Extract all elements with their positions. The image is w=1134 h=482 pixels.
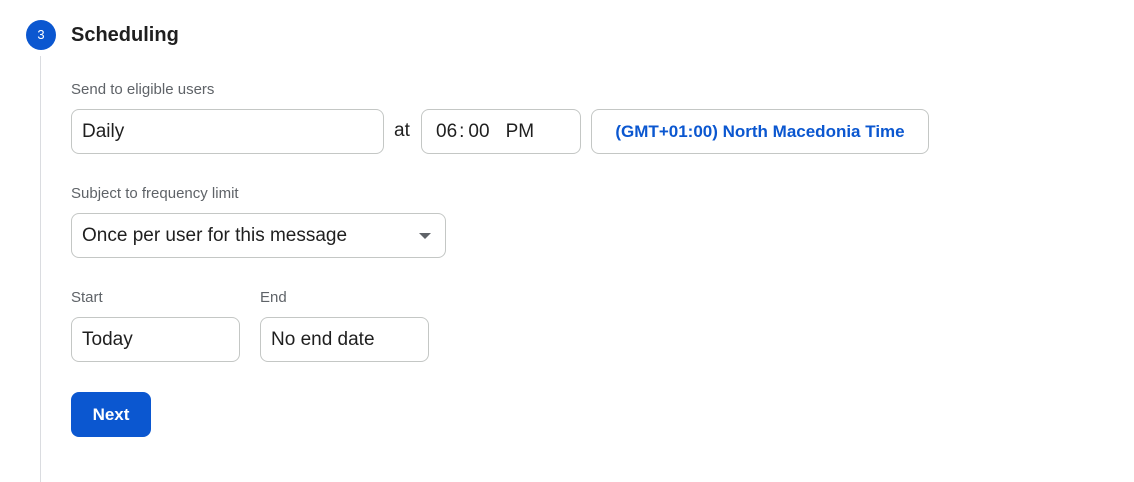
recurrence-input[interactable]: Daily [71,109,384,154]
send-to-users-label: Send to eligible users [71,81,215,98]
next-button[interactable]: Next [71,392,151,437]
time-period[interactable]: PM [506,121,535,143]
step-connector-line [40,56,41,482]
send-time-input[interactable]: 06 : 00 PM [421,109,581,154]
start-date-value: Today [82,328,133,350]
recurrence-value: Daily [82,120,125,142]
scheduling-step: 3 Scheduling Send to eligible users Dail… [0,0,1134,482]
start-date-input[interactable]: Today [71,317,240,362]
time-separator: : [459,120,465,142]
frequency-limit-select[interactable]: Once per user for this message [71,213,446,258]
timezone-button[interactable]: (GMT+01:00) North Macedonia Time [591,109,929,154]
end-date-value: No end date [271,328,375,350]
caret-down-icon [419,232,431,239]
end-date-input[interactable]: No end date [260,317,429,362]
frequency-limit-label: Subject to frequency limit [71,185,239,202]
step-number-badge: 3 [26,20,56,50]
start-label: Start [71,289,103,306]
frequency-limit-value: Once per user for this message [82,224,348,246]
time-minutes[interactable]: 00 [468,121,489,143]
step-title: Scheduling [71,24,179,46]
at-label: at [394,120,410,141]
time-hours[interactable]: 06 [436,121,457,143]
end-label: End [260,289,287,306]
